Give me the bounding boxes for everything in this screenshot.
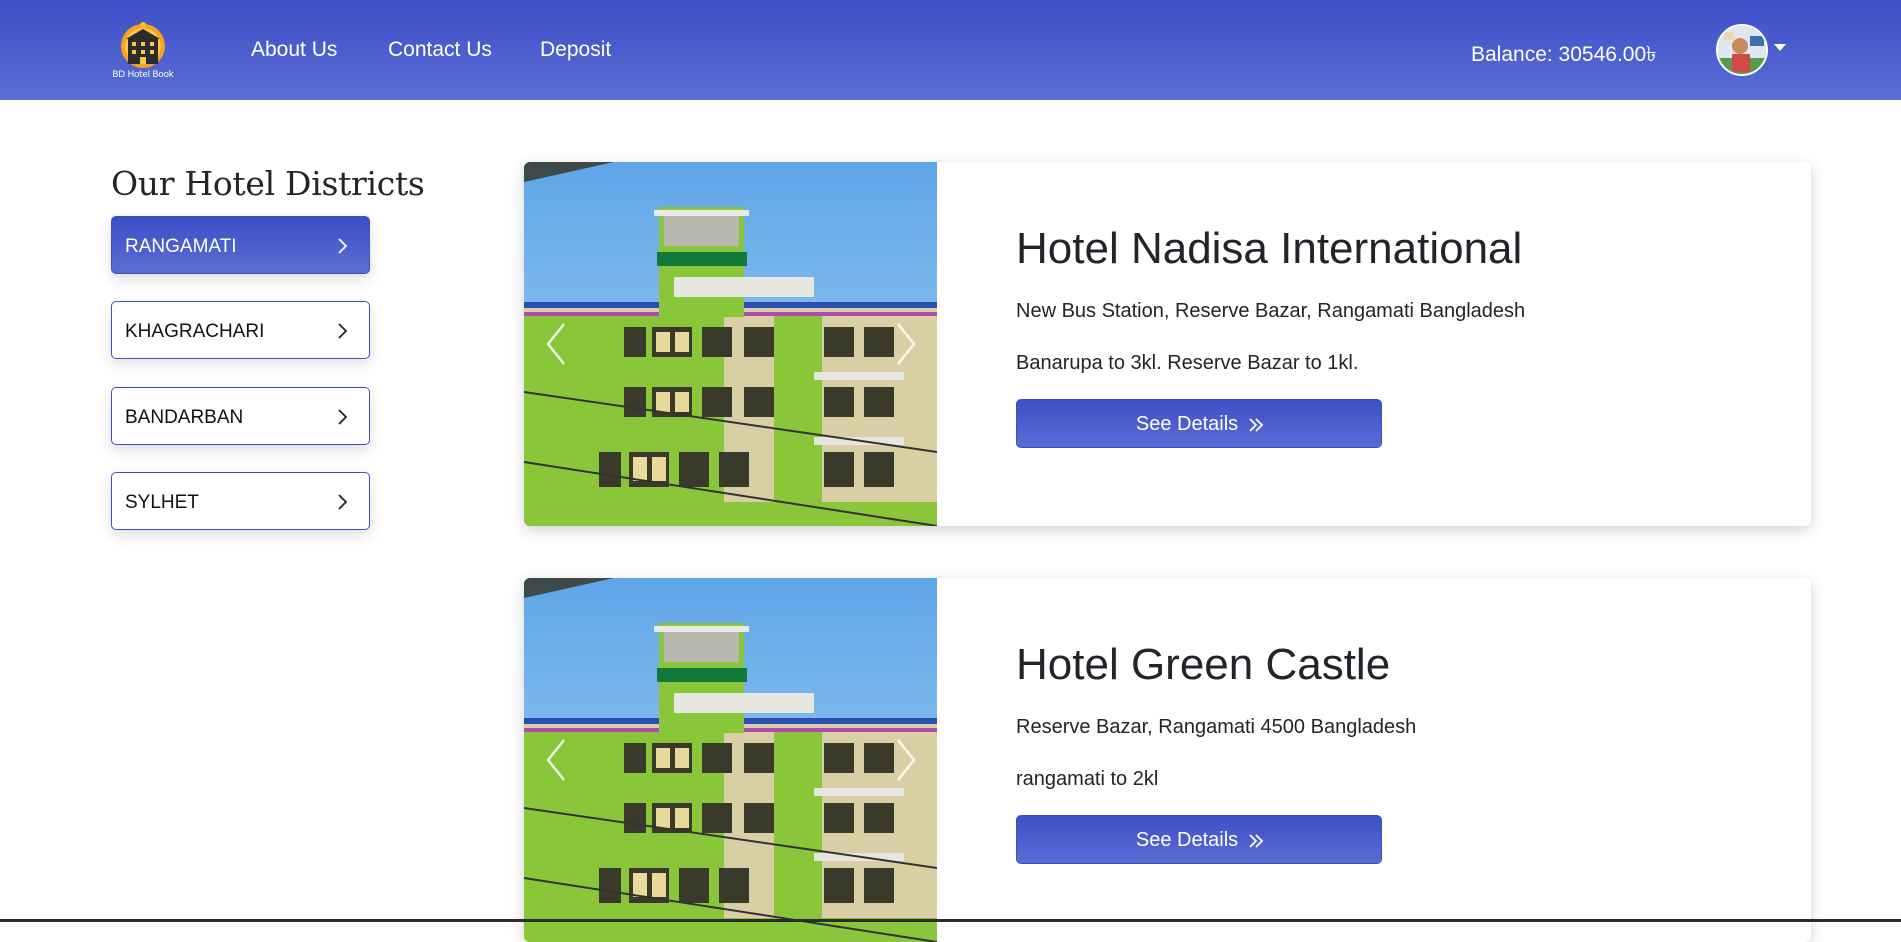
- chevron-right-icon: [338, 238, 348, 254]
- hotel-building-photo: [524, 578, 937, 942]
- sidebar-title: Our Hotel Districts: [111, 164, 425, 203]
- district-label: RANGAMATI: [125, 236, 237, 257]
- hotel-address: Reserve Bazar, Rangamati 4500 Bangladesh: [1016, 716, 1417, 738]
- hotel-building-icon: [121, 22, 165, 68]
- district-sylhet[interactable]: SYLHET: [111, 472, 370, 530]
- see-details-button[interactable]: See Details: [1016, 815, 1382, 864]
- hotel-building-photo: [524, 162, 937, 526]
- see-details-label: See Details: [1135, 829, 1239, 851]
- carousel-prev-icon[interactable]: [544, 322, 568, 366]
- district-khagrachari[interactable]: KHAGRACHARI: [111, 301, 370, 359]
- nav-contact-us[interactable]: Contact Us: [388, 38, 492, 62]
- district-rangamati[interactable]: RANGAMATI: [111, 216, 370, 274]
- avatar-dropdown-caret-icon[interactable]: [1774, 44, 1786, 51]
- hotel-name: Hotel Green Castle: [1016, 640, 1391, 689]
- see-details-label: See Details: [1135, 413, 1239, 435]
- hotel-photo-carousel: [524, 162, 937, 526]
- avatar-photo: [1718, 26, 1766, 74]
- district-label: SYLHET: [125, 492, 199, 513]
- nav-deposit[interactable]: Deposit: [540, 38, 611, 62]
- hotel-photo-carousel: [524, 578, 937, 942]
- hotel-address: New Bus Station, Reserve Bazar, Rangamat…: [1016, 300, 1526, 322]
- hotel-card: Hotel Green Castle Reserve Bazar, Rangam…: [524, 578, 1811, 942]
- district-label: KHAGRACHARI: [125, 321, 265, 342]
- hotel-card: Hotel Nadisa International New Bus Stati…: [524, 162, 1811, 526]
- district-label: BANDARBAN: [125, 407, 244, 428]
- district-bandarban[interactable]: BANDARBAN: [111, 387, 370, 445]
- double-chevron-right-icon: [1249, 418, 1264, 432]
- brand-logo[interactable]: BD Hotel Book: [108, 20, 178, 82]
- hotel-name: Hotel Nadisa International: [1016, 224, 1523, 273]
- carousel-next-icon[interactable]: [894, 322, 918, 366]
- see-details-button[interactable]: See Details: [1016, 399, 1382, 448]
- carousel-prev-icon[interactable]: [544, 738, 568, 782]
- user-avatar[interactable]: [1716, 24, 1768, 76]
- chevron-right-icon: [338, 323, 348, 339]
- hotel-distance: rangamati to 2kl: [1016, 768, 1159, 790]
- nav-about-us[interactable]: About Us: [251, 38, 337, 62]
- chevron-right-icon: [338, 494, 348, 510]
- double-chevron-right-icon: [1249, 834, 1264, 848]
- carousel-next-icon[interactable]: [894, 738, 918, 782]
- hotel-distance: Banarupa to 3kl. Reserve Bazar to 1kl.: [1016, 352, 1359, 374]
- account-balance: Balance: 30546.00৳: [1471, 43, 1657, 66]
- top-navbar: BD Hotel Book About Us Contact Us Deposi…: [0, 0, 1901, 100]
- logo-text: BD Hotel Book: [112, 70, 174, 80]
- chevron-right-icon: [338, 409, 348, 425]
